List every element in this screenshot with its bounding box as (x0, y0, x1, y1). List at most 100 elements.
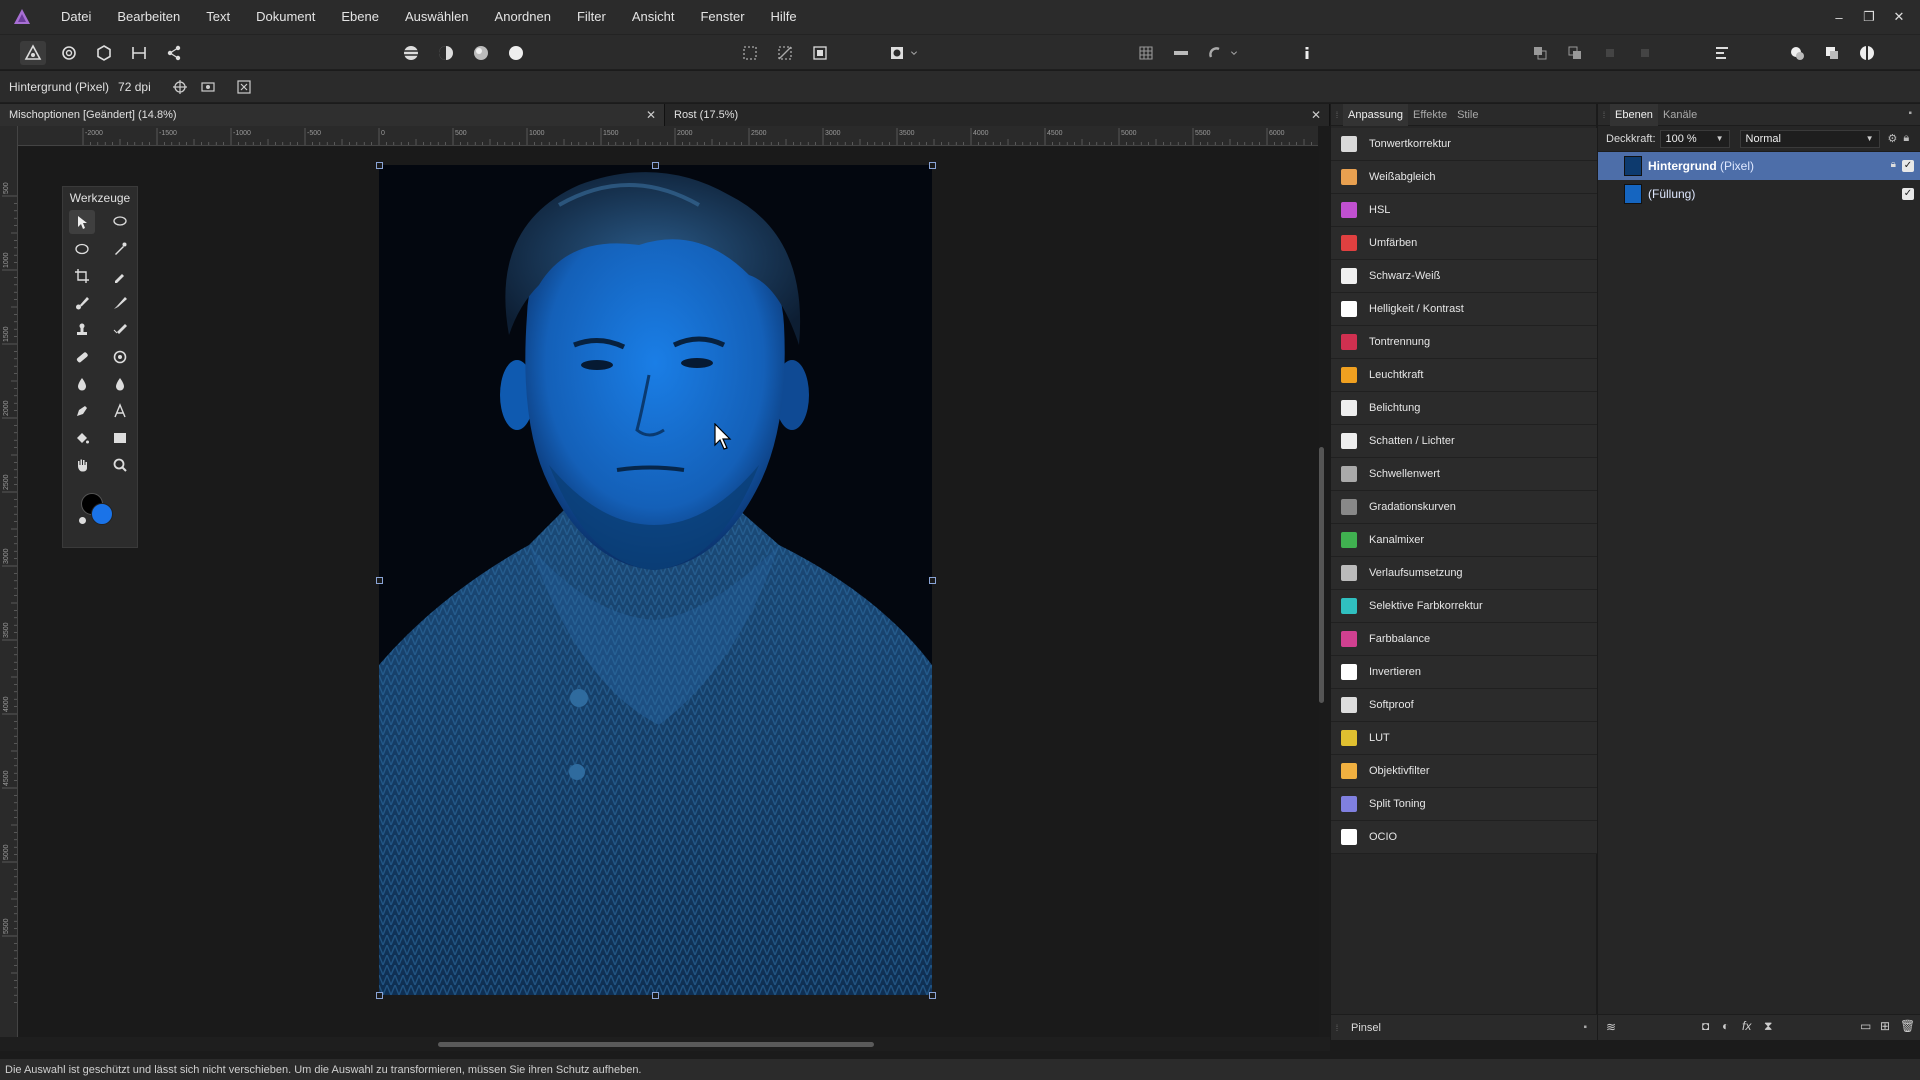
panel-menu-icon[interactable]: ▪ (1908, 108, 1912, 119)
adjustment-item[interactable]: Softproof (1331, 689, 1597, 722)
transform-handle[interactable] (929, 992, 936, 999)
chevron-down-icon[interactable]: ▼ (1866, 131, 1874, 147)
color-picker-icon[interactable] (107, 237, 133, 261)
restore-button[interactable]: ❐ (1854, 9, 1884, 25)
menu-dokument[interactable]: Dokument (243, 0, 328, 34)
tab-anpassung[interactable]: Anpassung (1343, 103, 1409, 126)
adjustment-item[interactable]: Leuchtkraft (1331, 359, 1597, 392)
auto-levels-icon[interactable] (398, 41, 424, 65)
close-window-button[interactable]: ✕ (1884, 9, 1914, 25)
transform-handle[interactable] (376, 162, 383, 169)
menu-hilfe[interactable]: Hilfe (758, 0, 810, 34)
lock-icon[interactable]: 🔒︎ (1891, 159, 1896, 170)
text-icon[interactable] (107, 399, 133, 423)
adjustment-item[interactable]: OCIO (1331, 821, 1597, 854)
adjustment-layer-icon[interactable]: ◐ (1722, 1019, 1729, 1033)
grid-icon[interactable] (1133, 41, 1159, 65)
tab-kanaele[interactable]: Kanäle (1658, 104, 1702, 126)
menu-text[interactable]: Text (193, 0, 243, 34)
transform-handle[interactable] (929, 577, 936, 584)
hand-icon[interactable] (69, 453, 95, 477)
arrange-back-icon[interactable] (1527, 41, 1553, 65)
menu-ansicht[interactable]: Ansicht (619, 0, 688, 34)
reset-colors-icon[interactable] (79, 517, 86, 524)
fill-icon[interactable] (69, 426, 95, 450)
paint-brush-icon[interactable] (69, 291, 95, 315)
brush-panel-label[interactable]: Pinsel (1351, 1022, 1381, 1034)
zoom-icon[interactable] (107, 453, 133, 477)
selection-brush-icon[interactable] (107, 210, 133, 234)
transform-handle[interactable] (652, 162, 659, 169)
chevron-down-icon[interactable] (908, 41, 920, 65)
liquify-persona-icon[interactable] (56, 41, 82, 65)
pen-icon[interactable] (69, 399, 95, 423)
gear-icon[interactable]: ⚙ (1888, 132, 1898, 145)
lock-icon[interactable]: 🔒︎ (1903, 132, 1909, 145)
adjustment-item[interactable]: HSL (1331, 194, 1597, 227)
rectangle-icon[interactable] (107, 426, 133, 450)
tab-rost[interactable]: Rost (17.5%) ✕ (665, 104, 1330, 126)
fx-icon[interactable]: fx (1742, 1019, 1751, 1033)
close-icon[interactable]: ✕ (646, 104, 656, 126)
adjustment-item[interactable]: Selektive Farbkorrektur (1331, 590, 1597, 623)
backward-icon[interactable] (1632, 41, 1658, 65)
mask-layer-icon[interactable]: ◘ (1702, 1019, 1709, 1033)
panel-grip-icon[interactable]: ⁞ (1331, 1017, 1343, 1039)
tab-mischoptionen[interactable]: Mischoptionen [Geändert] (14.8%) ✕ (0, 104, 665, 126)
forward-icon[interactable] (1597, 41, 1623, 65)
burn-icon[interactable] (107, 372, 133, 396)
tab-stile[interactable]: Stile (1452, 104, 1483, 126)
folder-icon[interactable]: ▭ (1860, 1019, 1871, 1033)
healing-brush-icon[interactable] (69, 345, 95, 369)
portrait-photo[interactable] (379, 165, 932, 995)
adjustment-item[interactable]: Umfärben (1331, 227, 1597, 260)
adjustment-item[interactable]: Invertieren (1331, 656, 1597, 689)
eyedropper-icon[interactable] (107, 264, 133, 288)
assistant-icon[interactable] (1819, 41, 1845, 65)
arrange-front-icon[interactable] (1562, 41, 1588, 65)
show-rotation-icon[interactable] (197, 77, 219, 97)
dodge-icon[interactable] (69, 372, 95, 396)
crop-icon[interactable] (69, 264, 95, 288)
snapping-icon[interactable] (1168, 41, 1194, 65)
quick-mask-icon[interactable] (884, 41, 910, 65)
retouch-brush-icon[interactable] (107, 318, 133, 342)
adjustment-item[interactable]: Tonwertkorrektur (1331, 128, 1597, 161)
adjustment-item[interactable]: Farbbalance (1331, 623, 1597, 656)
layer-row-hintergrund[interactable]: Hintergrund (Pixel) 🔒︎ ✓ (1598, 152, 1920, 180)
transform-handle[interactable] (929, 162, 936, 169)
info-icon[interactable] (1294, 41, 1320, 65)
layer-visibility-checkbox[interactable]: ✓ (1902, 160, 1914, 172)
panel-menu-icon[interactable]: ▪ (1583, 1022, 1587, 1033)
opacity-field[interactable]: 100 % ▼ (1659, 129, 1730, 148)
export-persona-icon[interactable] (161, 41, 187, 65)
transform-objects-icon[interactable] (233, 77, 255, 97)
minimize-button[interactable]: – (1824, 10, 1854, 25)
tab-ebenen[interactable]: Ebenen (1610, 103, 1658, 126)
vertical-scrollbar-thumb[interactable] (1319, 447, 1324, 703)
tab-effekte[interactable]: Effekte (1408, 104, 1452, 126)
menu-filter[interactable]: Filter (564, 0, 619, 34)
move-tool-icon[interactable] (69, 210, 95, 234)
adjustment-item[interactable]: LUT (1331, 722, 1597, 755)
panel-grip-icon[interactable]: ⁞ (1598, 104, 1610, 126)
tone-mapping-persona-icon[interactable] (126, 41, 152, 65)
adjustment-item[interactable]: Kanalmixer (1331, 524, 1597, 557)
adjustment-item[interactable]: Verlaufsumsetzung (1331, 557, 1597, 590)
adjustment-item[interactable]: Weißabgleich (1331, 161, 1597, 194)
invert-selection-icon[interactable] (807, 41, 833, 65)
align-icon[interactable] (1709, 41, 1735, 65)
menu-auswaehlen[interactable]: Auswählen (392, 0, 482, 34)
menu-datei[interactable]: Datei (48, 0, 104, 34)
photo-persona-icon[interactable] (20, 41, 46, 65)
panel-grip-icon[interactable]: ⁞ (1331, 104, 1343, 126)
adjustment-item[interactable]: Schatten / Lichter (1331, 425, 1597, 458)
auto-contrast-icon[interactable] (433, 41, 459, 65)
menu-fenster[interactable]: Fenster (687, 0, 757, 34)
live-filter-icon[interactable]: ⧗ (1764, 1019, 1772, 1034)
chevron-down-icon[interactable]: ▼ (1716, 131, 1724, 147)
canvas-area[interactable] (19, 147, 1319, 1037)
auto-colors-icon[interactable] (468, 41, 494, 65)
layers-stack-icon[interactable]: ≋ (1606, 1020, 1616, 1034)
close-icon[interactable]: ✕ (1311, 104, 1321, 126)
